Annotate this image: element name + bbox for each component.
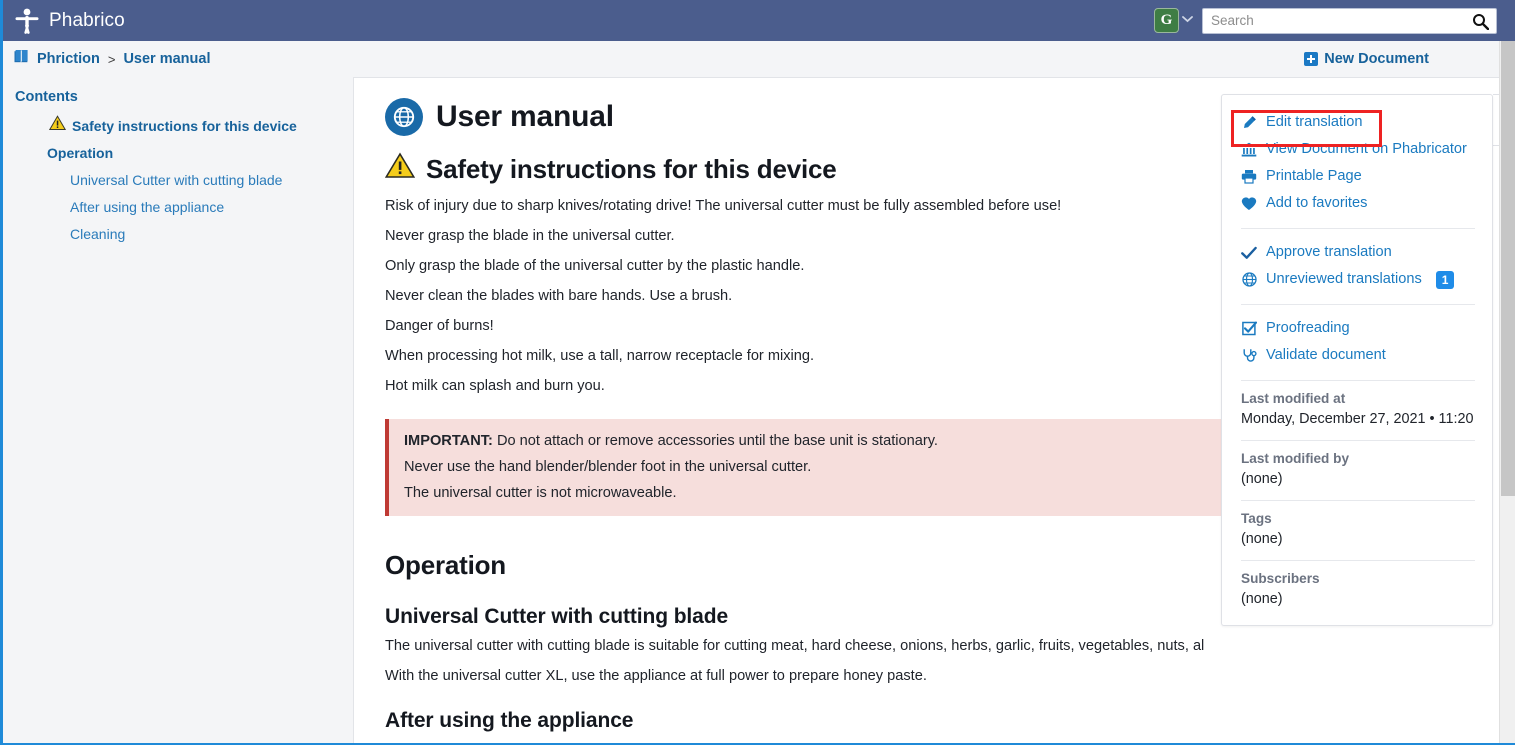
checkbox-checked-icon bbox=[1241, 321, 1257, 336]
toc-item-label: Universal Cutter with cutting blade bbox=[70, 172, 283, 188]
toc-item-label: Cleaning bbox=[70, 226, 126, 242]
panel-divider bbox=[1241, 228, 1475, 229]
accessibility-person-icon bbox=[14, 7, 40, 35]
document-actions-panel: Edit translation View Document on Phabri… bbox=[1221, 94, 1493, 626]
operation-line: With the universal cutter XL, use the ap… bbox=[385, 668, 927, 684]
breadcrumb-bar: Phriction > User manual New Document bbox=[3, 41, 1515, 77]
breadcrumb: Phriction > User manual bbox=[3, 49, 210, 69]
after-using-list: Removing the mains plug Press the releas… bbox=[385, 742, 1474, 743]
contents-title: Contents bbox=[15, 89, 78, 105]
status-badge: 1 bbox=[1435, 270, 1455, 289]
field-value-subscribers: (none) bbox=[1241, 591, 1283, 607]
important-lead-rest: Do not attach or remove accessories unti… bbox=[492, 433, 938, 449]
panel-divider bbox=[1241, 304, 1475, 305]
toc-item-cleaning[interactable]: Cleaning bbox=[15, 221, 340, 248]
field-label-tags: Tags bbox=[1241, 511, 1272, 526]
printer-icon bbox=[1241, 169, 1257, 184]
panel-divider bbox=[1241, 440, 1475, 441]
search-icon[interactable] bbox=[1472, 13, 1490, 35]
field-label-subscribers: Subscribers bbox=[1241, 571, 1320, 586]
contents-sidebar: Contents Safety instructions for this de… bbox=[3, 77, 350, 743]
action-proofreading[interactable]: Proofreading bbox=[1241, 315, 1475, 342]
list-item: Removing the mains plug bbox=[423, 742, 1474, 743]
toc-item-operation[interactable]: Operation bbox=[15, 140, 340, 167]
action-approve-translation[interactable]: Approve translation bbox=[1241, 239, 1475, 266]
action-unreviewed-translations[interactable]: Unreviewed translations 1 bbox=[1241, 266, 1475, 293]
action-label: Edit translation bbox=[1266, 114, 1363, 130]
field-value-last-modified-by: (none) bbox=[1241, 471, 1283, 487]
action-label: Add to favorites bbox=[1266, 195, 1368, 211]
action-label: Printable Page bbox=[1266, 168, 1362, 184]
action-label: Validate document bbox=[1266, 347, 1386, 363]
plus-square-icon bbox=[1304, 52, 1319, 66]
toc-item-universal-cutter[interactable]: Universal Cutter with cutting blade bbox=[15, 167, 340, 194]
vertical-scrollbar[interactable] bbox=[1499, 41, 1515, 743]
panel-divider bbox=[1241, 500, 1475, 501]
important-lead: IMPORTANT: bbox=[404, 433, 493, 449]
field-value-tags: (none) bbox=[1241, 531, 1283, 547]
breadcrumb-link-phriction[interactable]: Phriction bbox=[37, 51, 100, 67]
warning-triangle-icon bbox=[384, 152, 416, 186]
operation-line: The universal cutter with cutting blade … bbox=[385, 638, 1205, 654]
top-navigation-bar: Phabrico G bbox=[3, 0, 1515, 41]
heading-text: Operation bbox=[385, 550, 506, 580]
breadcrumb-separator: > bbox=[107, 51, 116, 67]
panel-divider bbox=[1241, 380, 1475, 381]
action-label: Approve translation bbox=[1266, 244, 1392, 260]
toc-item-label: After using the appliance bbox=[70, 199, 225, 215]
globe-icon bbox=[385, 98, 423, 136]
action-view-document-on-phabricator[interactable]: View Document on Phabricator bbox=[1241, 136, 1475, 163]
action-printable-page[interactable]: Printable Page bbox=[1241, 163, 1475, 190]
field-value-last-modified-at: Monday, December 27, 2021 • 11:20 bbox=[1241, 411, 1474, 427]
globe-icon bbox=[1241, 272, 1257, 287]
field-label-last-modified-by: Last modified by bbox=[1241, 451, 1350, 466]
action-label: View Document on Phabricator bbox=[1266, 141, 1467, 157]
toc-item-label: Safety instructions for this device bbox=[72, 118, 297, 134]
action-label: Proofreading bbox=[1266, 320, 1350, 336]
search-box[interactable] bbox=[1202, 7, 1497, 35]
heading-after-using: After using the appliance bbox=[385, 709, 634, 732]
check-icon bbox=[1241, 246, 1257, 260]
browser-viewport: Phabrico G Search Phriction > User manua… bbox=[0, 0, 1515, 745]
topbar-right-group: G bbox=[1154, 7, 1515, 35]
toc-item-safety-instructions[interactable]: Safety instructions for this device bbox=[15, 113, 340, 140]
scrollbar-thumb[interactable] bbox=[1501, 41, 1515, 496]
action-add-to-favorites[interactable]: Add to favorites bbox=[1241, 190, 1475, 217]
app-title: Phabrico bbox=[49, 9, 125, 31]
breadcrumb-link-current[interactable]: User manual bbox=[123, 51, 210, 67]
user-menu[interactable]: G bbox=[1154, 8, 1193, 33]
toc-item-after-using[interactable]: After using the appliance bbox=[15, 194, 340, 221]
page-title: User manual bbox=[436, 100, 614, 133]
search-input[interactable] bbox=[1203, 8, 1496, 33]
action-edit-translation[interactable]: Edit translation bbox=[1241, 109, 1475, 136]
bank-icon bbox=[1241, 142, 1257, 157]
avatar[interactable]: G bbox=[1154, 8, 1179, 33]
action-label: Unreviewed translations bbox=[1266, 271, 1422, 287]
field-label-last-modified-at: Last modified at bbox=[1241, 391, 1346, 406]
action-validate-document[interactable]: Validate document bbox=[1241, 342, 1475, 369]
stethoscope-icon bbox=[1241, 348, 1257, 363]
new-document-label: New Document bbox=[1324, 51, 1429, 67]
toc-item-label: Operation bbox=[47, 145, 114, 161]
heart-icon bbox=[1241, 196, 1257, 211]
app-brand[interactable]: Phabrico bbox=[3, 7, 125, 35]
new-document-button[interactable]: New Document bbox=[1304, 51, 1429, 67]
heading-text: Safety instructions for this device bbox=[426, 153, 837, 184]
chevron-down-icon[interactable] bbox=[1182, 15, 1193, 26]
pencil-icon bbox=[1241, 115, 1257, 130]
panel-divider bbox=[1241, 560, 1475, 561]
book-icon bbox=[13, 49, 30, 69]
warning-triangle-icon bbox=[48, 113, 67, 140]
